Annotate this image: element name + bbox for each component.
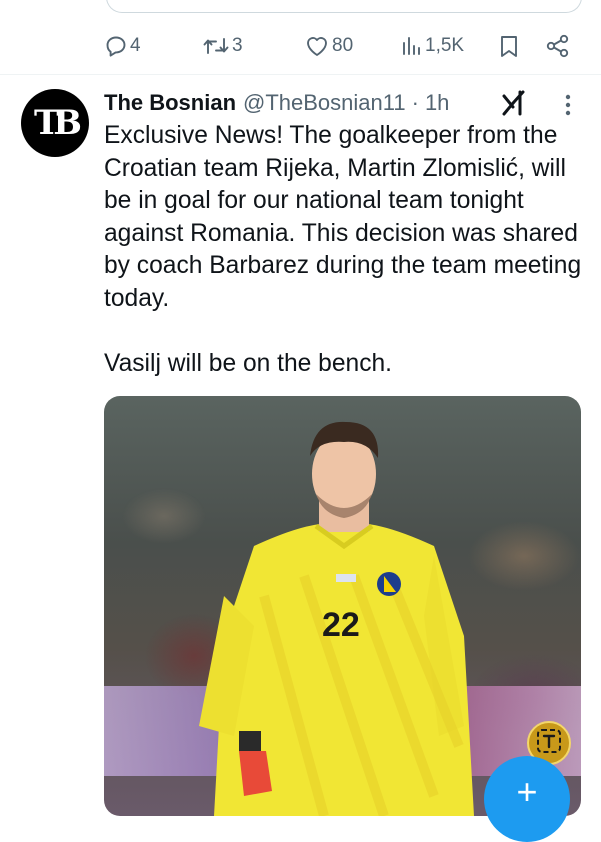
reply-button[interactable]: 4 bbox=[104, 26, 141, 66]
compose-plus-icon[interactable]: + bbox=[484, 756, 570, 842]
bookmark-icon bbox=[498, 34, 520, 58]
header-separator: · bbox=[411, 90, 419, 115]
tweet-paragraph: Exclusive News! The goalkeeper from the … bbox=[104, 122, 582, 312]
retweet-count: 3 bbox=[232, 35, 243, 56]
tweet-paragraph: Vasilj will be on the bench. bbox=[104, 350, 393, 378]
tweet-text: Exclusive News! The goalkeeper from the … bbox=[104, 120, 582, 381]
views-icon bbox=[401, 34, 423, 58]
translate-icon bbox=[534, 726, 564, 761]
reply-count: 4 bbox=[130, 35, 141, 56]
share-icon bbox=[545, 34, 571, 58]
tweet-header: The Bosnian @TheBosnian11 · 1h bbox=[104, 88, 449, 118]
bookmark-button[interactable] bbox=[498, 26, 520, 66]
views-count: 1,5K bbox=[425, 35, 465, 56]
previous-tweet-media-edge bbox=[106, 0, 582, 13]
heart-icon bbox=[304, 34, 330, 58]
like-count: 80 bbox=[332, 35, 354, 56]
grok-icon[interactable] bbox=[500, 88, 528, 118]
like-button[interactable]: 80 bbox=[304, 26, 353, 66]
display-name[interactable]: The Bosnian bbox=[104, 90, 236, 116]
user-handle[interactable]: @TheBosnian11 bbox=[243, 90, 406, 116]
tweet-time[interactable]: 1h bbox=[425, 90, 449, 116]
previous-tweet-action-bar: 4 3 80 1,5K bbox=[0, 26, 601, 66]
retweet-button[interactable]: 3 bbox=[202, 26, 243, 66]
share-button[interactable] bbox=[545, 26, 571, 66]
tweet-media-photo[interactable]: 22 bbox=[104, 396, 581, 816]
reply-icon bbox=[104, 34, 128, 58]
avatar[interactable]: TB bbox=[21, 89, 89, 157]
tweet-divider bbox=[0, 74, 601, 75]
more-vertical-icon[interactable] bbox=[558, 92, 578, 118]
retweet-icon bbox=[202, 34, 230, 58]
avatar-initials: TB bbox=[33, 103, 82, 143]
views-button[interactable]: 1,5K bbox=[401, 26, 464, 66]
jersey-number: 22 bbox=[322, 606, 360, 644]
